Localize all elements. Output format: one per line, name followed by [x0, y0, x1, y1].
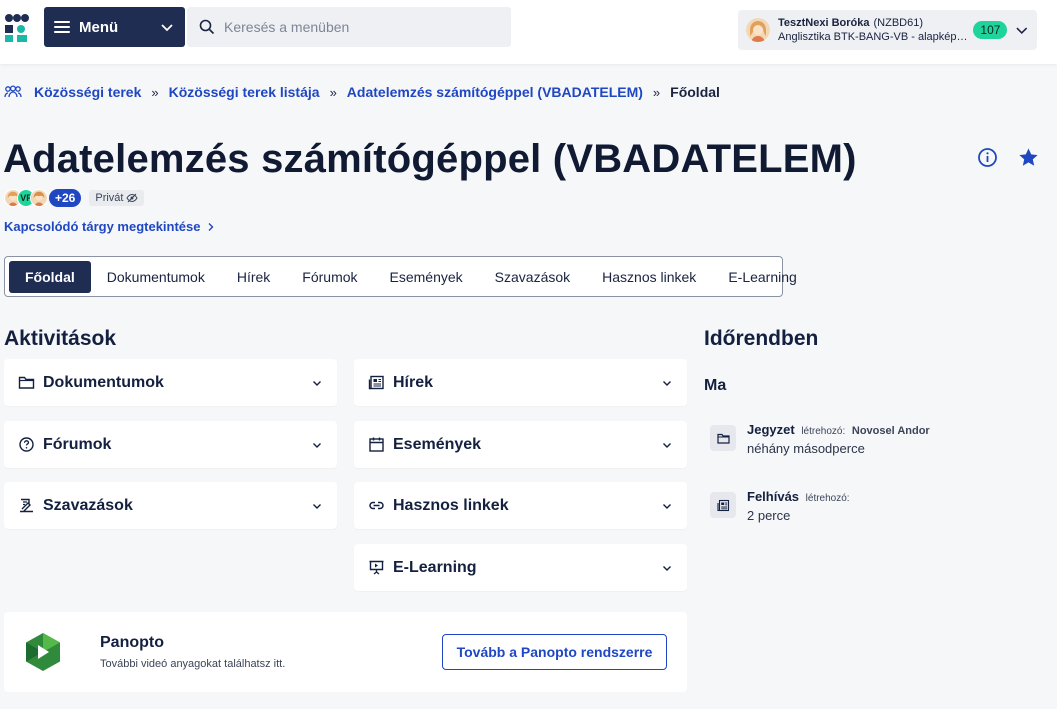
user-program: Anglisztika BTK-BANG-VB - alapképzés (BA…	[778, 31, 972, 43]
ballot-icon	[20, 498, 33, 513]
menu-label: Menü	[79, 18, 119, 36]
related-course-link[interactable]: Kapcsolódó tárgy megtekintése	[4, 219, 216, 234]
calendar-icon	[369, 437, 384, 452]
chevron-down-icon	[663, 442, 671, 448]
more-members-badge[interactable]: +26	[49, 189, 82, 207]
accordion-news[interactable]: Hírek	[354, 359, 687, 406]
breadcrumb: Közösségi terek » Közösségi terek listáj…	[4, 83, 720, 101]
chevron-down-icon	[663, 380, 671, 386]
chevron-right-icon	[208, 222, 213, 231]
news-icon	[368, 375, 384, 390]
chevron-down-icon	[313, 380, 321, 386]
top-bar: Menü TesztNexi Boróka(NZBD61) Anglisztik…	[0, 0, 1057, 64]
info-icon[interactable]	[977, 147, 998, 168]
breadcrumb-link-course[interactable]: Adatelemzés számítógéppel (VBADATELEM)	[347, 84, 643, 100]
breadcrumb-separator: »	[329, 84, 337, 100]
member-avatars[interactable]: VF +26 Privát	[4, 189, 145, 207]
activities-title: Aktivitások	[4, 327, 117, 350]
timeline-item-by-label: létrehozó:	[805, 493, 850, 504]
panopto-card: Panopto További videó anyagokat találhat…	[4, 612, 687, 692]
folder-icon	[716, 433, 730, 444]
tab-home[interactable]: Főoldal	[9, 260, 91, 293]
accordion-elearning[interactable]: E-Learning	[354, 544, 687, 591]
chevron-down-icon	[663, 503, 671, 509]
related-course-label: Kapcsolódó tárgy megtekintése	[4, 219, 201, 234]
tab-bar: Főoldal Dokumentumok Hírek Fórumok Esemé…	[4, 256, 797, 297]
link-icon	[369, 501, 384, 510]
title-actions	[977, 147, 1039, 168]
accordion-label: E-Learning	[393, 558, 477, 576]
accordion-label: Szavazások	[43, 496, 133, 514]
accordion-label: Események	[393, 435, 482, 453]
chevron-down-icon	[313, 442, 321, 448]
tab-documents[interactable]: Dokumentumok	[91, 261, 221, 293]
timeline-item-type: Jegyzet	[747, 422, 795, 437]
accordion-documents[interactable]: Dokumentumok	[4, 359, 337, 406]
panopto-open-button[interactable]: Tovább a Panopto rendszerre	[442, 634, 667, 670]
panopto-title: Panopto	[100, 634, 164, 651]
chevron-down-icon	[663, 565, 671, 571]
menu-search	[187, 7, 511, 47]
timeline-item-time: 2 perce	[747, 508, 791, 523]
accordion-label: Hasznos linkek	[393, 496, 509, 514]
user-info: TesztNexi Boróka (NZBD61) Anglisztika BTK…	[778, 16, 971, 44]
privacy-badge: Privát	[89, 190, 145, 206]
community-icon	[4, 85, 22, 98]
accordion-label: Dokumentumok	[43, 373, 164, 391]
breadcrumb-separator: »	[652, 84, 661, 100]
tab-useful-links[interactable]: Hasznos linkek	[586, 261, 712, 293]
chevron-down-icon	[313, 503, 321, 509]
accordion-label: Fórumok	[43, 435, 112, 453]
timeline-item-author: Novosel Andor	[851, 425, 930, 437]
user-name: TesztNexi Boróka	[778, 17, 870, 29]
folder-icon	[18, 376, 35, 389]
news-icon	[716, 499, 729, 511]
accordion-label: Hírek	[393, 373, 434, 391]
question-bubble-icon	[19, 437, 34, 452]
breadcrumb-separator: »	[151, 84, 159, 100]
accordion-events[interactable]: Események	[354, 421, 687, 468]
search-input[interactable]	[224, 19, 494, 35]
timeline-item-by-label: létrehozó:	[801, 426, 846, 437]
tab-elearning[interactable]: E-Learning	[712, 261, 813, 293]
breadcrumb-link-community-spaces[interactable]: Közösségi terek	[34, 84, 141, 100]
panopto-subtitle: További videó anyagokat találhatsz itt.	[100, 658, 286, 670]
user-avatar	[746, 18, 770, 42]
hamburger-icon	[54, 21, 70, 33]
accordion-forums[interactable]: Fórumok	[4, 421, 337, 468]
accordion-polls[interactable]: Szavazások	[4, 482, 337, 529]
tab-news[interactable]: Hírek	[221, 261, 286, 293]
timeline-title: Időrendben	[704, 327, 819, 350]
tab-forums[interactable]: Fórumok	[286, 261, 373, 293]
member-avatar	[30, 189, 48, 207]
search-icon	[199, 19, 215, 35]
tab-polls[interactable]: Szavazások	[479, 261, 586, 293]
user-code: (NZBD61)	[873, 17, 924, 29]
breadcrumb-link-community-list[interactable]: Közösségi terek listája	[169, 84, 320, 100]
timeline-item-type: Felhívás	[747, 489, 800, 504]
notification-count-badge: 107	[973, 21, 1008, 39]
chevron-down-icon	[161, 24, 173, 32]
accordion-useful-links[interactable]: Hasznos linkek	[354, 482, 687, 529]
breadcrumb-current: Főoldal	[670, 84, 720, 100]
chevron-down-icon	[1016, 27, 1028, 34]
presentation-icon	[369, 560, 384, 575]
page-title: Adatelemzés számítógéppel (VBADATELEM)	[3, 137, 857, 181]
eye-off-icon	[126, 193, 139, 203]
app-logo-icon[interactable]	[4, 13, 30, 43]
timeline-today-heading: Ma	[704, 377, 727, 394]
privacy-label: Privát	[95, 192, 124, 204]
timeline-item-time: néhány másodperce	[747, 441, 865, 456]
panopto-logo-icon	[26, 633, 60, 671]
menu-button[interactable]: Menü	[44, 7, 185, 47]
star-icon[interactable]	[1018, 147, 1039, 168]
user-profile-button[interactable]: TesztNexi Boróka (NZBD61) Anglisztika BTK…	[738, 10, 1037, 50]
tab-events[interactable]: Események	[374, 261, 479, 293]
